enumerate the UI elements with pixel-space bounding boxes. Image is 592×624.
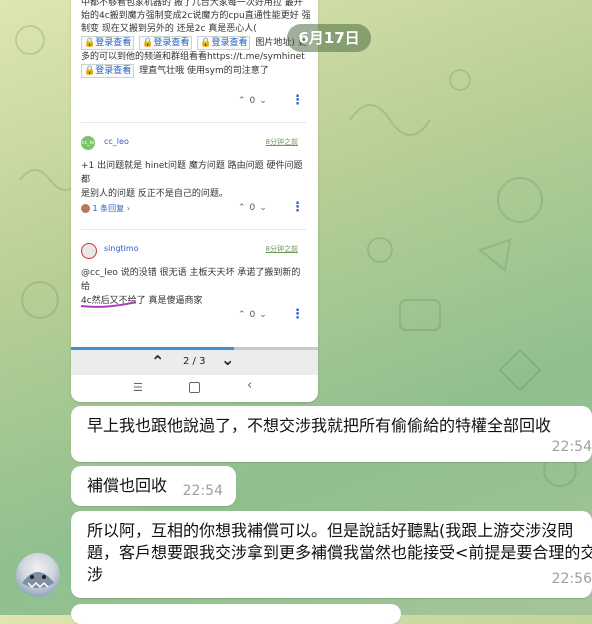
replies-link[interactable]: 1 条回复 › bbox=[81, 203, 130, 214]
upvote-icon[interactable]: ⌃ bbox=[238, 203, 246, 213]
page-up-icon[interactable]: ⌃ bbox=[151, 352, 164, 371]
recent-apps-icon[interactable]: ☰ bbox=[133, 381, 143, 394]
message-text: 早上我也跟他說過了，不想交涉我就把所有偷偷給的特權全部回收 bbox=[87, 416, 552, 435]
progress-fill bbox=[71, 347, 234, 350]
login-view-button[interactable]: 🔒登录查看 bbox=[197, 36, 251, 50]
divider bbox=[81, 122, 306, 123]
post-text-line: 理直气壮哦 使用sym的司注意了 bbox=[139, 66, 269, 76]
downvote-icon[interactable]: ⌄ bbox=[259, 310, 267, 320]
home-icon[interactable] bbox=[189, 382, 200, 393]
pagination-bar: ⌃ 2 / 3 ⌄ bbox=[71, 347, 318, 375]
downvote-icon[interactable]: ⌄ bbox=[259, 203, 267, 213]
progress-track bbox=[71, 347, 318, 350]
date-separator: 6月17日 bbox=[287, 24, 371, 52]
login-links-row-2: 🔒登录查看 理直气壮哦 使用sym的司注意了 bbox=[71, 64, 318, 79]
login-links-row: 🔒登录查看 🔒登录查看 🔒登录查看 图片地址) 更 bbox=[71, 36, 318, 51]
login-view-button[interactable]: 🔒登录查看 bbox=[81, 36, 135, 50]
more-options-icon[interactable]: ⋮ bbox=[291, 93, 304, 108]
lock-icon: 🔒 bbox=[84, 38, 96, 48]
handwritten-underline bbox=[80, 301, 137, 308]
post-header: cc_le cc_leo 8分钟之前 bbox=[81, 136, 306, 152]
vote-controls: ⌃ 0 ⌄ bbox=[238, 203, 267, 213]
post-time[interactable]: 8分钟之前 bbox=[266, 244, 298, 254]
upvote-icon[interactable]: ⌃ bbox=[238, 310, 246, 320]
android-nav-bar: ☰ ‹ bbox=[71, 375, 318, 402]
shark-avatar-icon bbox=[22, 572, 54, 589]
chat-message-partial[interactable] bbox=[71, 604, 401, 624]
page-down-icon[interactable]: ⌄ bbox=[221, 350, 234, 369]
post-text-line: 中都不够看包家机器的 搬了几台大家每一次好用拉 最开 bbox=[81, 0, 303, 8]
upvote-icon[interactable]: ⌃ bbox=[238, 96, 246, 106]
divider bbox=[81, 229, 306, 230]
message-time: 22:54 bbox=[551, 439, 592, 455]
post-body: +1 出问题就是 hinet问题 魔方问题 路由问题 硬件问题 都 是别人的问题… bbox=[81, 161, 303, 199]
post-header: singtimo 8分钟之前 bbox=[81, 243, 306, 259]
more-options-icon[interactable]: ⋮ bbox=[291, 307, 304, 322]
more-options-icon[interactable]: ⋮ bbox=[291, 200, 304, 215]
message-time: 22:56 bbox=[551, 571, 592, 587]
message-text: 所以阿，互相的你想我補償可以。但是說話好聽點(我跟上游交涉沒問 題，客戶想要跟我… bbox=[87, 521, 592, 584]
post-text-line: 制变 现在又搬到另外的 还是2c 真是恶心人( bbox=[81, 24, 257, 34]
page-indicator: 2 / 3 bbox=[183, 356, 206, 367]
message-time: 22:54 bbox=[182, 483, 223, 499]
vote-controls: ⌃ 0 ⌄ bbox=[238, 310, 267, 320]
post-text-line: 多的可以到他的频道和群组看看https://t.me/symhinet bbox=[81, 52, 305, 62]
post-text-line: 始的4c搬到魔方强制变成2c说魔方的cpu直通性能更好 强 bbox=[81, 11, 311, 21]
login-view-button[interactable]: 🔒登录查看 bbox=[81, 64, 135, 78]
avatar bbox=[81, 243, 97, 259]
lock-icon: 🔒 bbox=[84, 66, 96, 76]
lock-icon: 🔒 bbox=[142, 38, 154, 48]
avatar: cc_le bbox=[81, 136, 95, 150]
avatar bbox=[81, 204, 90, 213]
post-time[interactable]: 8分钟之前 bbox=[266, 137, 298, 147]
username-link[interactable]: singtimo bbox=[104, 244, 139, 253]
downvote-icon[interactable]: ⌄ bbox=[259, 96, 267, 106]
sender-avatar[interactable] bbox=[16, 553, 60, 597]
chat-message[interactable]: 補償也回收 22:54 bbox=[71, 466, 236, 506]
message-text: 補償也回收 bbox=[87, 476, 168, 495]
vote-controls: ⌃ 0 ⌄ bbox=[238, 96, 267, 106]
chat-message[interactable]: 所以阿，互相的你想我補償可以。但是說話好聽點(我跟上游交涉沒問 題，客戶想要跟我… bbox=[71, 511, 592, 598]
forum-screenshot-image[interactable]: 中都不够看包家机器的 搬了几台大家每一次好用拉 最开 始的4c搬到魔方强制变成2… bbox=[71, 0, 318, 402]
login-view-button[interactable]: 🔒登录查看 bbox=[139, 36, 193, 50]
lock-icon: 🔒 bbox=[200, 38, 212, 48]
username-link[interactable]: cc_leo bbox=[104, 137, 129, 146]
chat-message[interactable]: 早上我也跟他說過了，不想交涉我就把所有偷偷給的特權全部回收 22:54 bbox=[71, 406, 592, 462]
back-icon[interactable]: ‹ bbox=[247, 378, 252, 393]
spacer bbox=[151, 0, 152, 1]
